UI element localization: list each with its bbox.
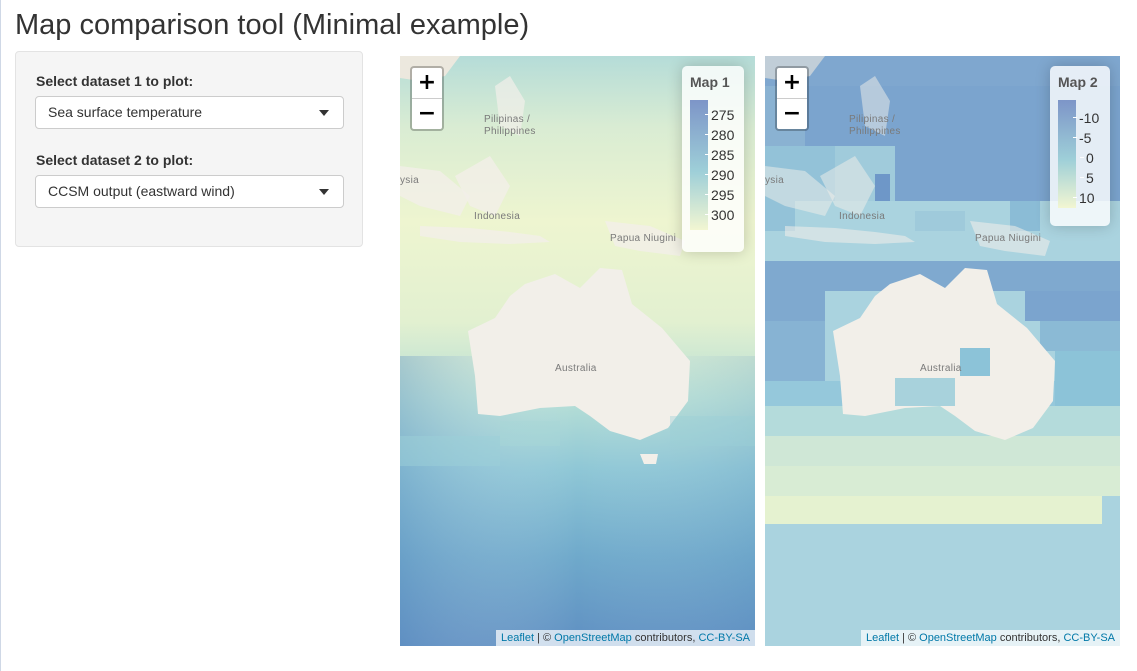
place-label-philippines-1: Pilipinas / [849,114,896,125]
zoom-in-button[interactable]: + [777,68,807,98]
legend-tick: 300 [704,207,735,223]
place-label-indonesia: Indonesia [839,211,886,222]
place-label-philippines-2: Philippines [849,126,901,137]
attribution-contributors: contributors, [996,632,1064,644]
window-left-edge [0,0,1,671]
place-label-australia: Australia [555,363,597,374]
map-2-legend-title: Map 2 [1058,74,1098,90]
attribution-separator: | © [899,632,920,644]
page-title: Map comparison tool (Minimal example) [15,9,530,41]
map-1-legend: Map 1 275 280 285 290 295 300 [682,66,744,252]
map-2-zoom-control: + − [775,66,809,131]
zoom-out-button[interactable]: − [777,98,807,129]
attribution-contributors: contributors, [631,632,699,644]
place-label-png: Papua Niugini [975,233,1042,244]
chevron-down-icon [319,110,329,116]
map-1[interactable]: Pilipinas / Philippines ysia Indonesia P… [400,56,755,646]
legend-tick: 275 [704,107,735,123]
map-1-attribution: Leaflet | © OpenStreetMap contributors, … [495,630,755,646]
osm-link[interactable]: OpenStreetMap [554,632,632,644]
legend-tick: 295 [704,187,735,203]
legend-tick: -10 [1072,110,1100,126]
license-link[interactable]: CC-BY-SA [698,632,750,644]
legend-tick: 10 [1073,190,1095,206]
legend-tick: 280 [704,127,735,143]
leaflet-link[interactable]: Leaflet [866,632,899,644]
legend-tick: 290 [704,167,735,183]
map-2-legend: Map 2 -10 -5 0 5 10 [1050,66,1110,226]
chevron-down-icon [319,189,329,195]
legend-tick: 5 [1080,170,1094,186]
dataset2-label: Select dataset 2 to plot: [36,152,194,168]
legend-tick: -5 [1072,130,1092,146]
map-2-attribution: Leaflet | © OpenStreetMap contributors, … [860,630,1120,646]
map-1-color-scale [690,100,708,230]
place-label-malaysia: ysia [400,175,419,186]
place-label-philippines-1: Pilipinas / [484,114,531,125]
place-label-philippines-2: Philippines [484,126,536,137]
dataset1-selected-value: Sea surface temperature [48,104,203,120]
sidebar-panel: Select dataset 1 to plot: Sea surface te… [15,51,363,247]
map-1-legend-title: Map 1 [690,74,730,90]
dataset1-label: Select dataset 1 to plot: [36,73,194,89]
place-label-indonesia: Indonesia [474,211,521,222]
leaflet-link[interactable]: Leaflet [501,632,534,644]
map-2[interactable]: Pilipinas / Philippines ysia Indonesia P… [765,56,1120,646]
attribution-separator: | © [534,632,555,644]
osm-link[interactable]: OpenStreetMap [919,632,997,644]
map-1-zoom-control: + − [410,66,444,131]
dataset1-select[interactable]: Sea surface temperature [35,96,344,129]
place-label-australia: Australia [920,363,962,374]
legend-tick: 0 [1080,150,1094,166]
legend-tick: 285 [704,147,735,163]
zoom-out-button[interactable]: − [412,98,442,129]
zoom-in-button[interactable]: + [412,68,442,98]
place-label-malaysia: ysia [765,175,784,186]
place-label-png: Papua Niugini [610,233,677,244]
dataset2-selected-value: CCSM output (eastward wind) [48,183,235,199]
license-link[interactable]: CC-BY-SA [1063,632,1115,644]
dataset2-select[interactable]: CCSM output (eastward wind) [35,175,344,208]
